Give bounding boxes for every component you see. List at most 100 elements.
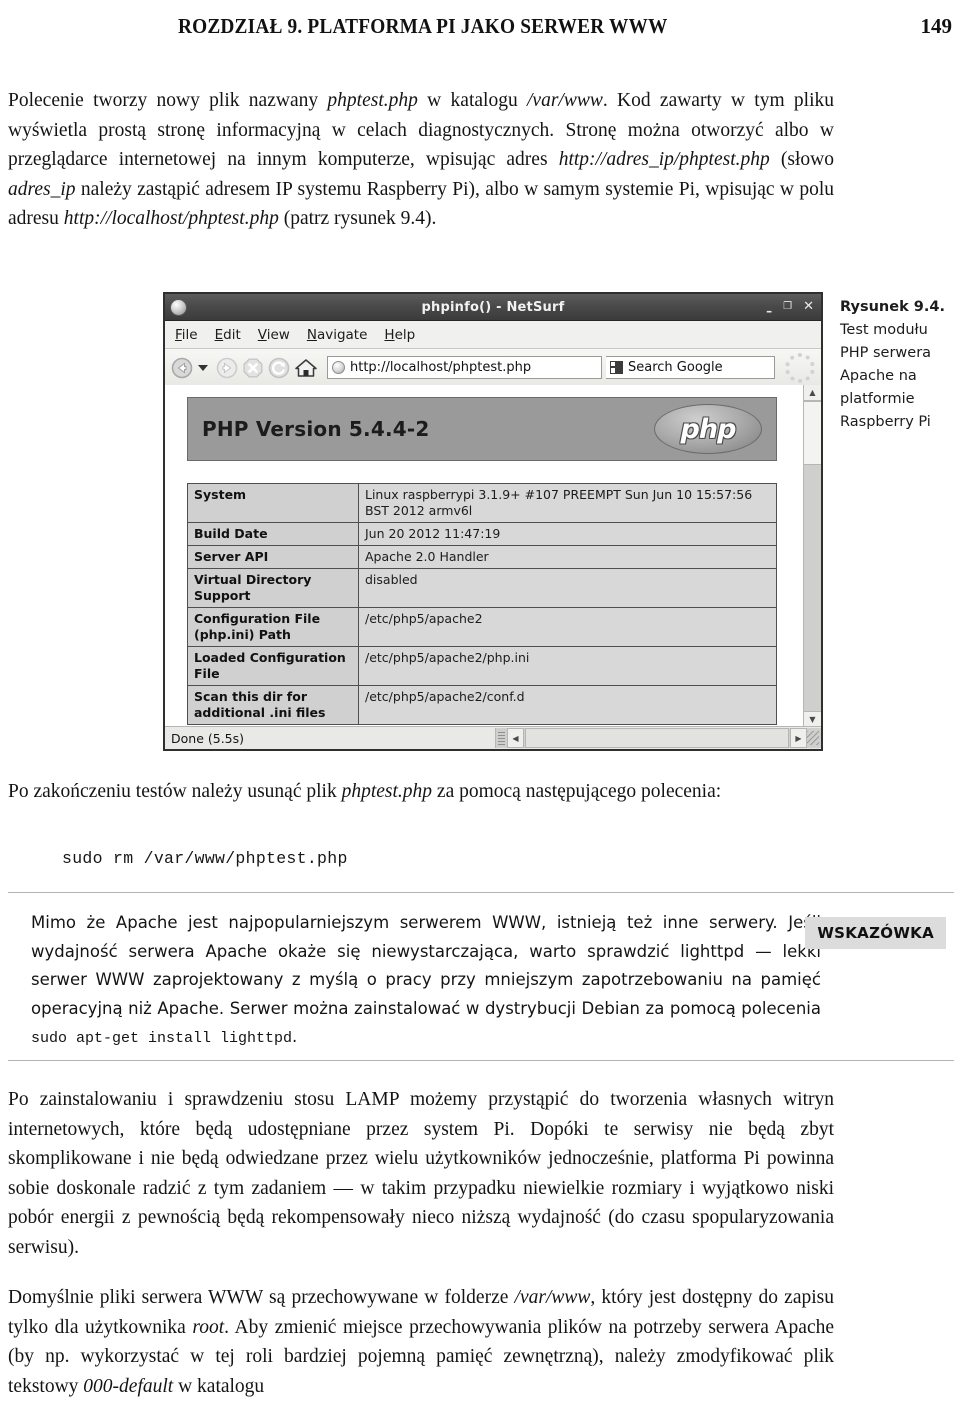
horizontal-scrollbar-thumb[interactable]	[525, 728, 789, 748]
php-logo-icon: php	[654, 404, 762, 454]
table-row: Loaded Configuration File /etc/php5/apac…	[187, 646, 777, 686]
url-bar[interactable]: http://localhost/phptest.php	[327, 356, 602, 379]
text-run: za pomocą następującego polecenia:	[432, 781, 722, 802]
path-varwww: /var/www	[527, 90, 603, 111]
phpinfo-page: PHP Version 5.4.4-2 php System Linux ras…	[165, 385, 803, 727]
text-run: Mimo że Apache jest najpopularniejszym s…	[31, 913, 821, 1018]
menu-mnemonic: V	[257, 326, 267, 343]
token-adresip: adres_ip	[8, 178, 76, 200]
browser-menubar: File Edit View Navigate Help	[165, 321, 821, 349]
menu-rest: ile	[181, 326, 198, 343]
scrollbar-grip-icon	[498, 731, 505, 745]
vertical-scrollbar-track[interactable]	[804, 465, 821, 711]
figure-caption-label: Rysunek 9.4.	[840, 299, 945, 315]
code-remove-command: sudo rm /var/www/phptest.php	[62, 849, 348, 868]
table-cell-value: Jun 20 2012 11:47:19	[358, 522, 777, 546]
table-cell-key: Scan this dir for additional .ini files	[187, 685, 359, 725]
scroll-up-arrow-icon[interactable]: ▲	[804, 385, 821, 401]
search-engine-icon	[610, 361, 623, 374]
url-localhost: http://localhost/phptest.php	[63, 208, 279, 229]
table-cell-value: /etc/php5/apache2/php.ini	[358, 646, 777, 686]
menu-item-view[interactable]: View	[258, 327, 290, 343]
php-logo-text: php	[680, 413, 737, 445]
text-run: (słowo	[769, 149, 834, 170]
menu-item-help[interactable]: Help	[384, 327, 415, 343]
reload-icon[interactable]	[268, 357, 290, 379]
close-icon[interactable]: ✕	[803, 300, 814, 313]
table-cell-value: disabled	[358, 568, 777, 608]
horizontal-scrollbar[interactable]: ◀ ▶	[495, 728, 821, 748]
table-cell-value: /etc/php5/apache2/conf.d	[358, 685, 777, 725]
window-resize-grip-icon[interactable]	[807, 731, 819, 745]
tip-text: Mimo że Apache jest najpopularniejszym s…	[31, 909, 821, 1054]
vertical-scrollbar-thumb[interactable]	[804, 401, 821, 465]
text-run: w katalogu	[417, 90, 527, 111]
table-row: Build Date Jun 20 2012 11:47:19	[187, 522, 777, 546]
menu-mnemonic: N	[306, 326, 317, 343]
table-cell-key: Server API	[187, 545, 359, 569]
browser-content-area: PHP Version 5.4.4-2 php System Linux ras…	[165, 385, 821, 727]
paragraph-default-folder: Domyślnie pliki serwera WWW są przechowy…	[8, 1283, 834, 1401]
browser-toolbar: http://localhost/phptest.php Search Goog…	[165, 349, 821, 387]
table-row: Server API Apache 2.0 Handler	[187, 545, 777, 569]
search-input[interactable]: Search Google	[628, 360, 723, 375]
tip-badge: WSKAZÓWKA	[805, 917, 946, 949]
running-head: ROZDZIAŁ 9. PLATFORMA PI JAKO SERWER WWW…	[0, 14, 960, 44]
paragraph-lamp: Po zainstalowaniu i sprawdzeniu stosu LA…	[8, 1089, 834, 1258]
php-version-heading: PHP Version 5.4.4-2	[202, 417, 430, 441]
table-cell-key: System	[187, 483, 359, 523]
figure-caption: Rysunek 9.4. Test modułu PHP serwera Apa…	[840, 296, 954, 434]
filename-phptest: phptest.php	[341, 781, 433, 802]
table-cell-key: Configuration File (php.ini) Path	[187, 607, 359, 647]
back-icon[interactable]	[171, 357, 193, 379]
netsurf-browser-window: phpinfo() - NetSurf – ❐ ✕ File Edit View…	[163, 292, 823, 751]
table-cell-key: Loaded Configuration File	[187, 646, 359, 686]
menu-item-file[interactable]: File	[175, 327, 198, 343]
tip-rule-top	[8, 892, 954, 893]
browser-statusbar: Done (5.5s) ◀ ▶	[165, 726, 821, 749]
url-input[interactable]: http://localhost/phptest.php	[350, 360, 531, 375]
figure-caption-text: Test modułu PHP serwera Apache na platfo…	[840, 322, 932, 430]
scroll-down-arrow-icon[interactable]: ▼	[804, 711, 821, 727]
table-row: Virtual Directory Support disabled	[187, 568, 777, 608]
menu-mnemonic: F	[175, 326, 182, 343]
stop-icon[interactable]	[242, 357, 264, 379]
url-adresip: http://adres_ip/phptest.php	[558, 149, 770, 170]
menu-rest: elp	[394, 326, 416, 343]
user-root: root	[192, 1316, 225, 1338]
phpinfo-table: System Linux raspberrypi 3.1.9+ #107 PRE…	[187, 483, 777, 725]
table-cell-value: Apache 2.0 Handler	[358, 545, 777, 569]
back-history-chevron-down-icon[interactable]	[198, 364, 208, 371]
paragraph-after-figure: Po zakończeniu testów należy usunąć plik…	[8, 777, 834, 807]
throbber-icon	[785, 352, 815, 383]
filename-phptest: phptest.php	[327, 90, 418, 111]
forward-icon[interactable]	[216, 357, 238, 379]
status-text: Done (5.5s)	[171, 730, 245, 746]
home-icon[interactable]	[294, 357, 318, 379]
page-favicon-icon	[332, 361, 345, 374]
menu-rest: avigate	[316, 326, 368, 343]
vertical-scrollbar[interactable]: ▲ ▼	[803, 385, 821, 727]
table-cell-value: /etc/php5/apache2	[358, 607, 777, 647]
scroll-left-arrow-icon[interactable]: ◀	[507, 728, 524, 748]
maximize-icon[interactable]: ❐	[783, 302, 792, 312]
table-row: System Linux raspberrypi 3.1.9+ #107 PRE…	[187, 483, 777, 523]
minimize-icon[interactable]: –	[766, 305, 772, 317]
menu-item-edit[interactable]: Edit	[215, 327, 241, 343]
php-version-banner: PHP Version 5.4.4-2 php	[187, 397, 777, 461]
table-cell-key: Virtual Directory Support	[187, 568, 359, 608]
text-run: (patrz rysunek 9.4).	[278, 208, 437, 229]
paragraph-intro: Polecenie tworzy nowy plik nazwany phpte…	[8, 86, 834, 234]
figure-screenshot: phpinfo() - NetSurf – ❐ ✕ File Edit View…	[163, 292, 823, 751]
window-controls: – ❐ ✕	[766, 300, 814, 317]
table-row: Scan this dir for additional .ini files …	[187, 685, 777, 725]
file-000-default: 000-default	[83, 1375, 174, 1397]
search-box[interactable]: Search Google	[606, 356, 775, 379]
scroll-right-arrow-icon[interactable]: ▶	[790, 728, 807, 748]
tip-rule-bottom	[8, 1060, 954, 1061]
text-run: Polecenie tworzy nowy plik nazwany	[8, 90, 328, 111]
table-cell-key: Build Date	[187, 522, 359, 546]
menu-mnemonic: H	[384, 326, 395, 343]
menu-item-navigate[interactable]: Navigate	[307, 327, 368, 343]
tip-block: Mimo że Apache jest najpopularniejszym s…	[8, 892, 954, 1061]
